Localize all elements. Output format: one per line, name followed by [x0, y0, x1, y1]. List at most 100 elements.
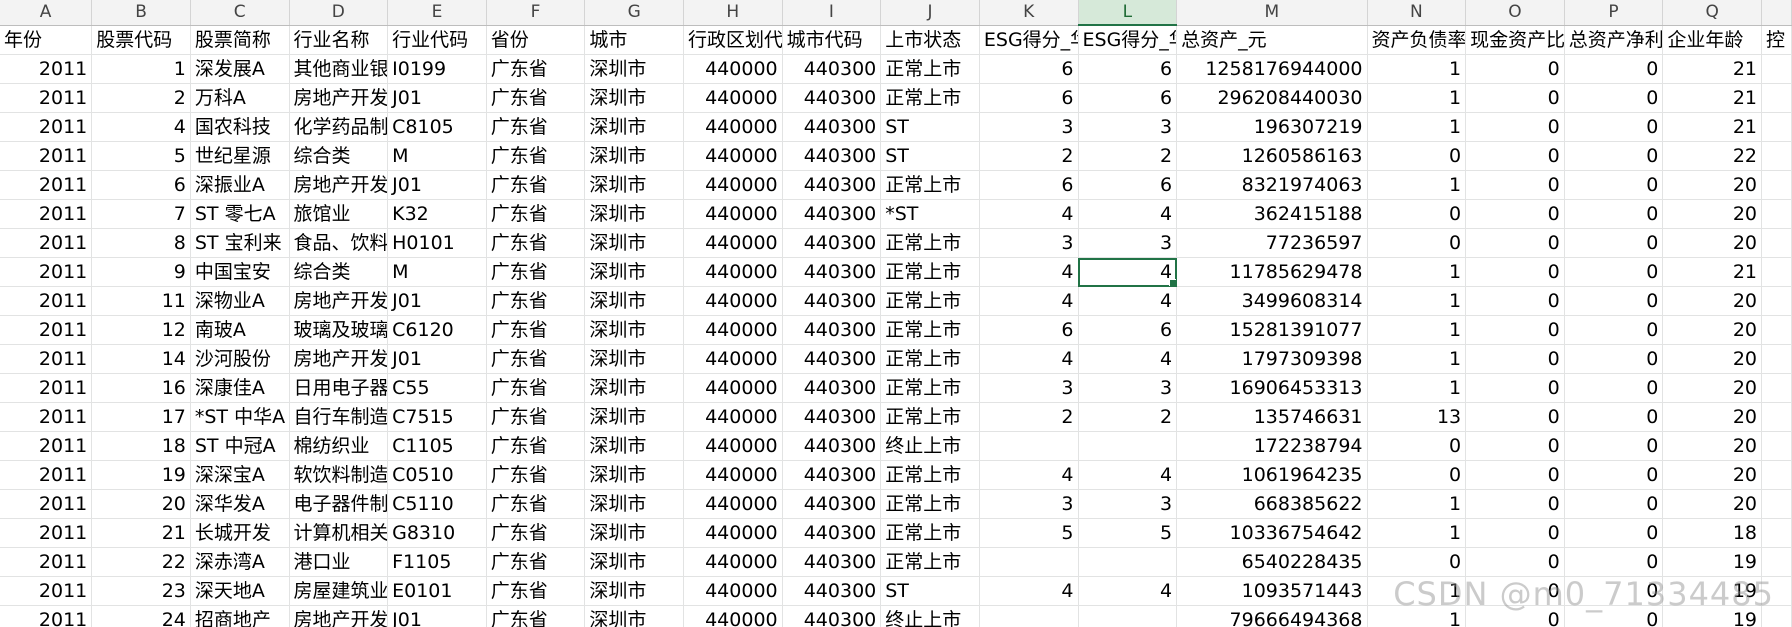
table-cell[interactable]: 深圳市: [584, 489, 684, 519]
table-cell[interactable]: 广东省: [486, 489, 586, 519]
table-cell[interactable]: 广东省: [486, 576, 586, 606]
table-cell[interactable]: 20: [1662, 402, 1762, 432]
table-cell[interactable]: 440300: [782, 315, 882, 345]
table-cell[interactable]: 440000: [683, 373, 783, 403]
table-cell[interactable]: 440000: [683, 402, 783, 432]
table-cell[interactable]: 4: [1078, 344, 1178, 374]
table-cell[interactable]: 0: [1564, 460, 1664, 490]
table-cell[interactable]: 0: [1564, 373, 1664, 403]
table-cell[interactable]: 440000: [683, 460, 783, 490]
table-cell[interactable]: 广东省: [486, 518, 586, 548]
table-cell[interactable]: 440300: [782, 54, 882, 84]
table-cell[interactable]: 20: [1662, 489, 1762, 519]
table-cell[interactable]: 化学药品制造: [289, 112, 389, 142]
table-cell[interactable]: 广东省: [486, 199, 586, 229]
table-cell[interactable]: 2011: [0, 199, 93, 229]
table-cell[interactable]: 296208440030: [1176, 83, 1368, 113]
table-cell[interactable]: *ST: [880, 199, 980, 229]
table-cell[interactable]: 0: [1564, 170, 1664, 200]
table-cell[interactable]: 1: [1367, 54, 1467, 84]
table-cell[interactable]: 正常上市: [880, 315, 980, 345]
table-cell[interactable]: 0: [1564, 257, 1664, 287]
table-cell[interactable]: 深华发A: [190, 489, 290, 519]
table-cell[interactable]: 0: [1465, 315, 1565, 345]
table-cell[interactable]: 20: [1662, 344, 1762, 374]
table-cell[interactable]: 0: [1564, 228, 1664, 258]
table-cell[interactable]: [1761, 228, 1792, 258]
table-cell[interactable]: 0: [1465, 344, 1565, 374]
table-cell[interactable]: 440000: [683, 489, 783, 519]
table-cell[interactable]: 深圳市: [584, 286, 684, 316]
table-cell[interactable]: 广东省: [486, 547, 586, 577]
table-cell[interactable]: [1078, 605, 1178, 627]
table-cell[interactable]: 440000: [683, 576, 783, 606]
table-cell[interactable]: [1761, 199, 1792, 229]
table-cell[interactable]: 深圳市: [584, 547, 684, 577]
table-cell[interactable]: 21: [1662, 83, 1762, 113]
table-cell[interactable]: 0: [1564, 489, 1664, 519]
table-cell[interactable]: 440300: [782, 83, 882, 113]
table-cell[interactable]: 440300: [782, 489, 882, 519]
table-cell[interactable]: 1: [1367, 257, 1467, 287]
table-cell[interactable]: 6: [91, 170, 191, 200]
table-cell[interactable]: 18: [1662, 518, 1762, 548]
table-cell[interactable]: 综合类: [289, 257, 389, 287]
table-cell[interactable]: 17: [91, 402, 191, 432]
table-cell[interactable]: 5: [979, 518, 1079, 548]
column-header-g[interactable]: G: [584, 0, 684, 26]
table-cell[interactable]: 6: [1078, 54, 1178, 84]
field-header-cell[interactable]: 年份: [0, 25, 93, 55]
table-cell[interactable]: 440300: [782, 373, 882, 403]
table-cell[interactable]: J01: [387, 286, 487, 316]
table-cell[interactable]: 长城开发: [190, 518, 290, 548]
table-cell[interactable]: 7: [91, 199, 191, 229]
table-cell[interactable]: 房地产开发: [289, 83, 389, 113]
table-cell[interactable]: [1761, 344, 1792, 374]
table-cell[interactable]: *ST 中华A: [190, 402, 290, 432]
table-cell[interactable]: 4: [979, 199, 1079, 229]
column-header-i[interactable]: I: [782, 0, 882, 26]
table-cell[interactable]: 2011: [0, 170, 93, 200]
table-cell[interactable]: 172238794: [1176, 431, 1368, 461]
table-cell[interactable]: 2011: [0, 315, 93, 345]
table-cell[interactable]: 2011: [0, 228, 93, 258]
table-cell[interactable]: 2011: [0, 54, 93, 84]
table-cell[interactable]: 6: [1078, 315, 1178, 345]
table-cell[interactable]: 6: [979, 83, 1079, 113]
table-cell[interactable]: 440300: [782, 170, 882, 200]
table-cell[interactable]: 深圳市: [584, 54, 684, 84]
field-header-cell[interactable]: ESG得分_华证: [979, 25, 1079, 55]
table-cell[interactable]: 20: [1662, 431, 1762, 461]
table-cell[interactable]: [1761, 112, 1792, 142]
column-header-j[interactable]: J: [880, 0, 980, 26]
table-cell[interactable]: 20: [91, 489, 191, 519]
table-cell[interactable]: 440300: [782, 141, 882, 171]
table-cell[interactable]: 0: [1367, 199, 1467, 229]
table-cell[interactable]: 440300: [782, 228, 882, 258]
table-cell[interactable]: 440300: [782, 199, 882, 229]
table-cell[interactable]: 3: [979, 112, 1079, 142]
table-cell[interactable]: 440000: [683, 547, 783, 577]
table-cell[interactable]: 1: [1367, 489, 1467, 519]
table-cell[interactable]: C6120: [387, 315, 487, 345]
table-cell[interactable]: 正常上市: [880, 54, 980, 84]
table-cell[interactable]: 正常上市: [880, 489, 980, 519]
table-cell[interactable]: C8105: [387, 112, 487, 142]
table-cell[interactable]: 1: [1367, 605, 1467, 627]
field-header-cell[interactable]: 总资产_元: [1176, 25, 1368, 55]
field-header-cell[interactable]: 行政区划代码: [683, 25, 783, 55]
table-cell[interactable]: 广东省: [486, 257, 586, 287]
table-cell[interactable]: 深圳市: [584, 170, 684, 200]
table-cell[interactable]: 1: [91, 54, 191, 84]
table-cell[interactable]: 0: [1465, 199, 1565, 229]
table-cell[interactable]: [1761, 315, 1792, 345]
table-cell[interactable]: 8321974063: [1176, 170, 1368, 200]
table-cell[interactable]: [1761, 141, 1792, 171]
table-cell[interactable]: 2011: [0, 460, 93, 490]
table-cell[interactable]: 440000: [683, 518, 783, 548]
table-cell[interactable]: 0: [1564, 605, 1664, 627]
table-cell[interactable]: 6: [1078, 170, 1178, 200]
table-cell[interactable]: ST 宝利来: [190, 228, 290, 258]
table-cell[interactable]: [1761, 431, 1792, 461]
table-cell[interactable]: 广东省: [486, 315, 586, 345]
